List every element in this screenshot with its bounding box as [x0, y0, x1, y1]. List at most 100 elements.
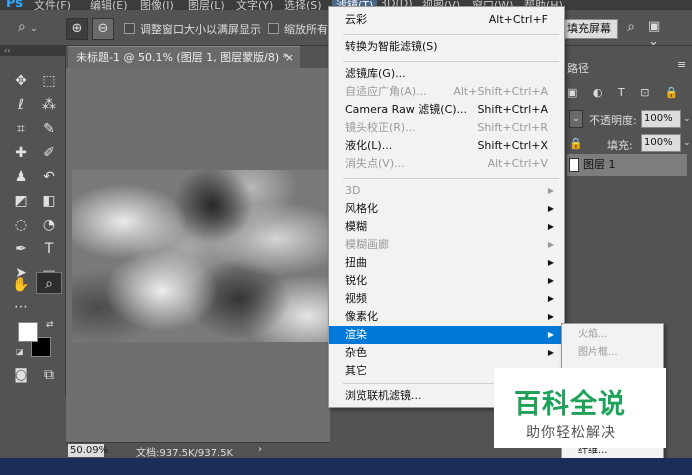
- panel-menu-icon[interactable]: ≡: [677, 58, 686, 71]
- chevron-down-icon[interactable]: ⌄: [683, 114, 691, 124]
- eraser-tool-icon[interactable]: ◩: [8, 190, 34, 212]
- menu-item-video[interactable]: 视频 ▶: [329, 290, 564, 308]
- menu-item-label: 模糊画廊: [345, 238, 389, 251]
- history-brush-tool-icon[interactable]: ↶: [36, 166, 62, 188]
- crop-tool-icon[interactable]: ⌗: [8, 118, 34, 140]
- menu-separator: [343, 178, 559, 179]
- filter-menu: 云彩 Alt+Ctrl+F 转换为智能滤镜(S) 滤镜库(G)... 自适应广角…: [328, 6, 565, 408]
- submenu-item-picture-frame[interactable]: 图片框...: [562, 344, 663, 362]
- menu-item-blur[interactable]: 模糊 ▶: [329, 218, 564, 236]
- resize-windows-label: 调整窗口大小以满屏显示: [140, 23, 261, 36]
- move-tool-icon[interactable]: ✥: [8, 70, 34, 92]
- menu-item-shortcut: Alt+Ctrl+V: [487, 157, 548, 170]
- default-colors-icon[interactable]: ◪: [16, 347, 24, 356]
- resize-windows-checkbox[interactable]: [124, 23, 135, 34]
- menu-item-convert-smart-filter[interactable]: 转换为智能滤镜(S): [329, 38, 564, 56]
- document-size: 文档:937.5K/937.5K: [136, 448, 234, 459]
- clouds-canvas[interactable]: [72, 170, 328, 342]
- submenu-arrow-icon: ▶: [547, 258, 554, 267]
- layer-row[interactable]: 图层 1: [567, 154, 687, 176]
- zoom-level-field[interactable]: 50.09%: [68, 444, 108, 457]
- menu-item-vanishing-point: 消失点(V)... Alt+Ctrl+V: [329, 155, 564, 173]
- more-tools-icon[interactable]: ⋯: [8, 296, 34, 318]
- menu-item-label: 模糊: [345, 220, 367, 233]
- layer-thumbnail: [569, 158, 579, 172]
- menu-item-label: 液化(L)...: [345, 139, 393, 152]
- clone-stamp-tool-icon[interactable]: ♟: [8, 166, 34, 188]
- healing-brush-tool-icon[interactable]: ✚: [8, 142, 34, 164]
- gradient-tool-icon[interactable]: ◧: [36, 190, 62, 212]
- lock-icon[interactable]: 🔒: [569, 137, 583, 150]
- menu-item-label: 滤镜库(G)...: [345, 67, 406, 80]
- document-tab[interactable]: 未标题-1 @ 50.1% (图层 1, 图层蒙版/8) * ×: [68, 46, 300, 68]
- opacity-field[interactable]: 100%: [641, 110, 681, 128]
- eyedropper-tool-icon[interactable]: ✎: [36, 118, 62, 140]
- zoom-in-button[interactable]: ⊕: [66, 18, 88, 40]
- taskbar: [0, 458, 692, 475]
- menu-item-pixelate[interactable]: 像素化 ▶: [329, 308, 564, 326]
- quick-mask-icon[interactable]: ◙: [8, 364, 34, 386]
- workspace-icon: ▣ ⌄: [648, 19, 661, 49]
- magic-wand-tool-icon[interactable]: ⁂: [36, 94, 62, 116]
- paths-tab[interactable]: 路径: [567, 60, 589, 76]
- chevron-down-icon: ⌄: [30, 24, 38, 34]
- foreground-color-swatch[interactable]: [18, 322, 38, 342]
- submenu-arrow-icon: ▶: [547, 186, 554, 195]
- submenu-arrow-icon: ▶: [547, 348, 554, 357]
- screen-mode-icon[interactable]: ⧉: [36, 364, 62, 386]
- menu-type[interactable]: 文字(Y): [236, 0, 273, 10]
- workspace-switcher[interactable]: ▣ ⌄: [648, 19, 674, 49]
- status-menu-arrow[interactable]: ›: [258, 444, 262, 455]
- marquee-tool-icon[interactable]: ⬚: [36, 70, 62, 92]
- menu-edit[interactable]: 编辑(E): [90, 0, 128, 10]
- fill-screen-button[interactable]: 填充屏幕: [560, 19, 618, 39]
- menu-image[interactable]: 图像(I): [140, 0, 174, 10]
- menu-item-label: 其它: [345, 364, 367, 377]
- menu-item-camera-raw[interactable]: Camera Raw 滤镜(C)... Shift+Ctrl+A: [329, 101, 564, 119]
- fill-label: 填充:: [607, 139, 633, 152]
- menu-item-shortcut: Alt+Ctrl+F: [488, 13, 548, 26]
- menu-item-3d: 3D ▶: [329, 182, 564, 200]
- menu-item-sharpen[interactable]: 锐化 ▶: [329, 272, 564, 290]
- menu-item-distort[interactable]: 扭曲 ▶: [329, 254, 564, 272]
- menu-item-noise[interactable]: 杂色 ▶: [329, 344, 564, 362]
- layer-filter-icons[interactable]: ▣ ◐ T ⊡ 🔒: [567, 86, 685, 99]
- menu-file[interactable]: 文件(F): [34, 0, 71, 10]
- chevron-down-icon[interactable]: ⌄: [683, 138, 691, 148]
- zoom-tool-icon[interactable]: ⌕: [36, 272, 62, 294]
- photoshop-logo: Ps: [6, 0, 24, 10]
- brush-tool-icon[interactable]: ✐: [36, 142, 62, 164]
- search-icon: ⌕: [627, 19, 635, 35]
- menu-item-label: 渲染: [345, 328, 367, 341]
- zoom-all-checkbox[interactable]: [268, 23, 279, 34]
- menu-item-stylize[interactable]: 风格化 ▶: [329, 200, 564, 218]
- swap-colors-icon[interactable]: ⇄: [46, 320, 54, 330]
- search-button[interactable]: ⌕: [620, 19, 642, 39]
- menu-layer[interactable]: 图层(L): [188, 0, 225, 10]
- lasso-tool-icon[interactable]: ℓ: [8, 94, 34, 116]
- blur-tool-icon[interactable]: ◌: [8, 214, 34, 236]
- menu-item-label: 镜头校正(R)...: [345, 121, 416, 134]
- close-icon[interactable]: ×: [285, 47, 294, 68]
- zoom-icon: ⌕: [18, 19, 26, 35]
- document-title: 未标题-1 @ 50.1% (图层 1, 图层蒙版/8) *: [76, 51, 289, 64]
- type-tool-icon[interactable]: T: [36, 238, 62, 260]
- menu-item-filter-gallery[interactable]: 滤镜库(G)...: [329, 65, 564, 83]
- menu-item-label: 风格化: [345, 202, 378, 215]
- hand-tool-icon[interactable]: ✋: [8, 274, 34, 296]
- fill-field[interactable]: 100%: [641, 134, 681, 152]
- submenu-item-flame[interactable]: 火焰...: [562, 326, 663, 344]
- menu-item-clouds-last[interactable]: 云彩 Alt+Ctrl+F: [329, 11, 564, 29]
- zoom-out-button[interactable]: ⊖: [92, 18, 114, 40]
- menu-select[interactable]: 选择(S): [284, 0, 322, 10]
- menu-item-liquify[interactable]: 液化(L)... Shift+Ctrl+X: [329, 137, 564, 155]
- menu-item-adaptive-wide-angle: 自适应广角(A)... Alt+Shift+Ctrl+A: [329, 83, 564, 101]
- blend-mode-dropdown[interactable]: ⌄: [569, 110, 583, 128]
- zoom-tool-preset[interactable]: ⌕ ⌄: [18, 19, 54, 39]
- dodge-tool-icon[interactable]: ◔: [36, 214, 62, 236]
- watermark: 百科全说 助你轻松解决: [494, 368, 666, 448]
- menu-item-shortcut: Shift+Ctrl+X: [477, 139, 548, 152]
- pen-tool-icon[interactable]: ✒: [8, 238, 34, 260]
- toolbar-collapse[interactable]: ‹‹: [0, 46, 66, 56]
- menu-item-render[interactable]: 渲染 ▶: [329, 326, 564, 344]
